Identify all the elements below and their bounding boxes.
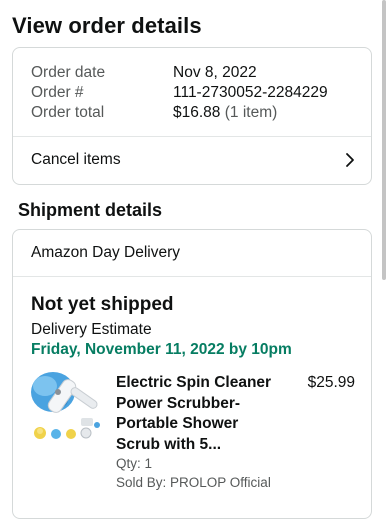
order-total-value: $16.88 bbox=[173, 104, 221, 121]
shipment-divider bbox=[13, 276, 371, 277]
product-quantity: Qty: 1 bbox=[116, 456, 153, 471]
chevron-right-icon bbox=[346, 153, 354, 167]
product-seller: Sold By: PROLOP Official bbox=[116, 475, 271, 490]
page-title: View order details bbox=[12, 13, 202, 38]
delivery-estimate-date: Friday, November 11, 2022 by 10pm bbox=[31, 341, 292, 358]
product-title-link[interactable]: Electric Spin Cleaner Power Scrubber-Por… bbox=[116, 373, 276, 455]
shipment-card: Amazon Day Delivery Not yet shipped Deli… bbox=[12, 229, 372, 519]
order-date-value: Nov 8, 2022 bbox=[173, 64, 257, 81]
order-item-count: (1 item) bbox=[224, 104, 278, 121]
delivery-type: Amazon Day Delivery bbox=[31, 244, 181, 261]
order-number-label: Order # bbox=[31, 84, 84, 101]
order-total-value-group: $16.88 (1 item) bbox=[173, 103, 277, 123]
scrollbar[interactable] bbox=[382, 0, 386, 280]
order-total-label: Order total bbox=[31, 104, 105, 121]
order-date-label: Order date bbox=[31, 64, 106, 81]
order-summary-card: Order date Nov 8, 2022 Order # 111-27300… bbox=[12, 47, 372, 185]
cancel-items-label: Cancel items bbox=[31, 151, 121, 168]
product-price: $25.99 bbox=[307, 374, 355, 391]
order-date-row: Order date Nov 8, 2022 bbox=[31, 63, 257, 83]
shipment-status: Not yet shipped bbox=[31, 294, 174, 315]
delivery-estimate-label: Delivery Estimate bbox=[31, 321, 152, 338]
shipment-details-heading: Shipment details bbox=[18, 200, 163, 220]
order-number-row: Order # 111-2730052-2284229 bbox=[31, 83, 328, 103]
order-number-value: 111-2730052-2284229 bbox=[173, 84, 328, 101]
product-image[interactable] bbox=[31, 370, 103, 450]
order-total-row: Order total $16.88 (1 item) bbox=[31, 103, 277, 123]
cancel-items-button[interactable]: Cancel items bbox=[13, 136, 371, 184]
